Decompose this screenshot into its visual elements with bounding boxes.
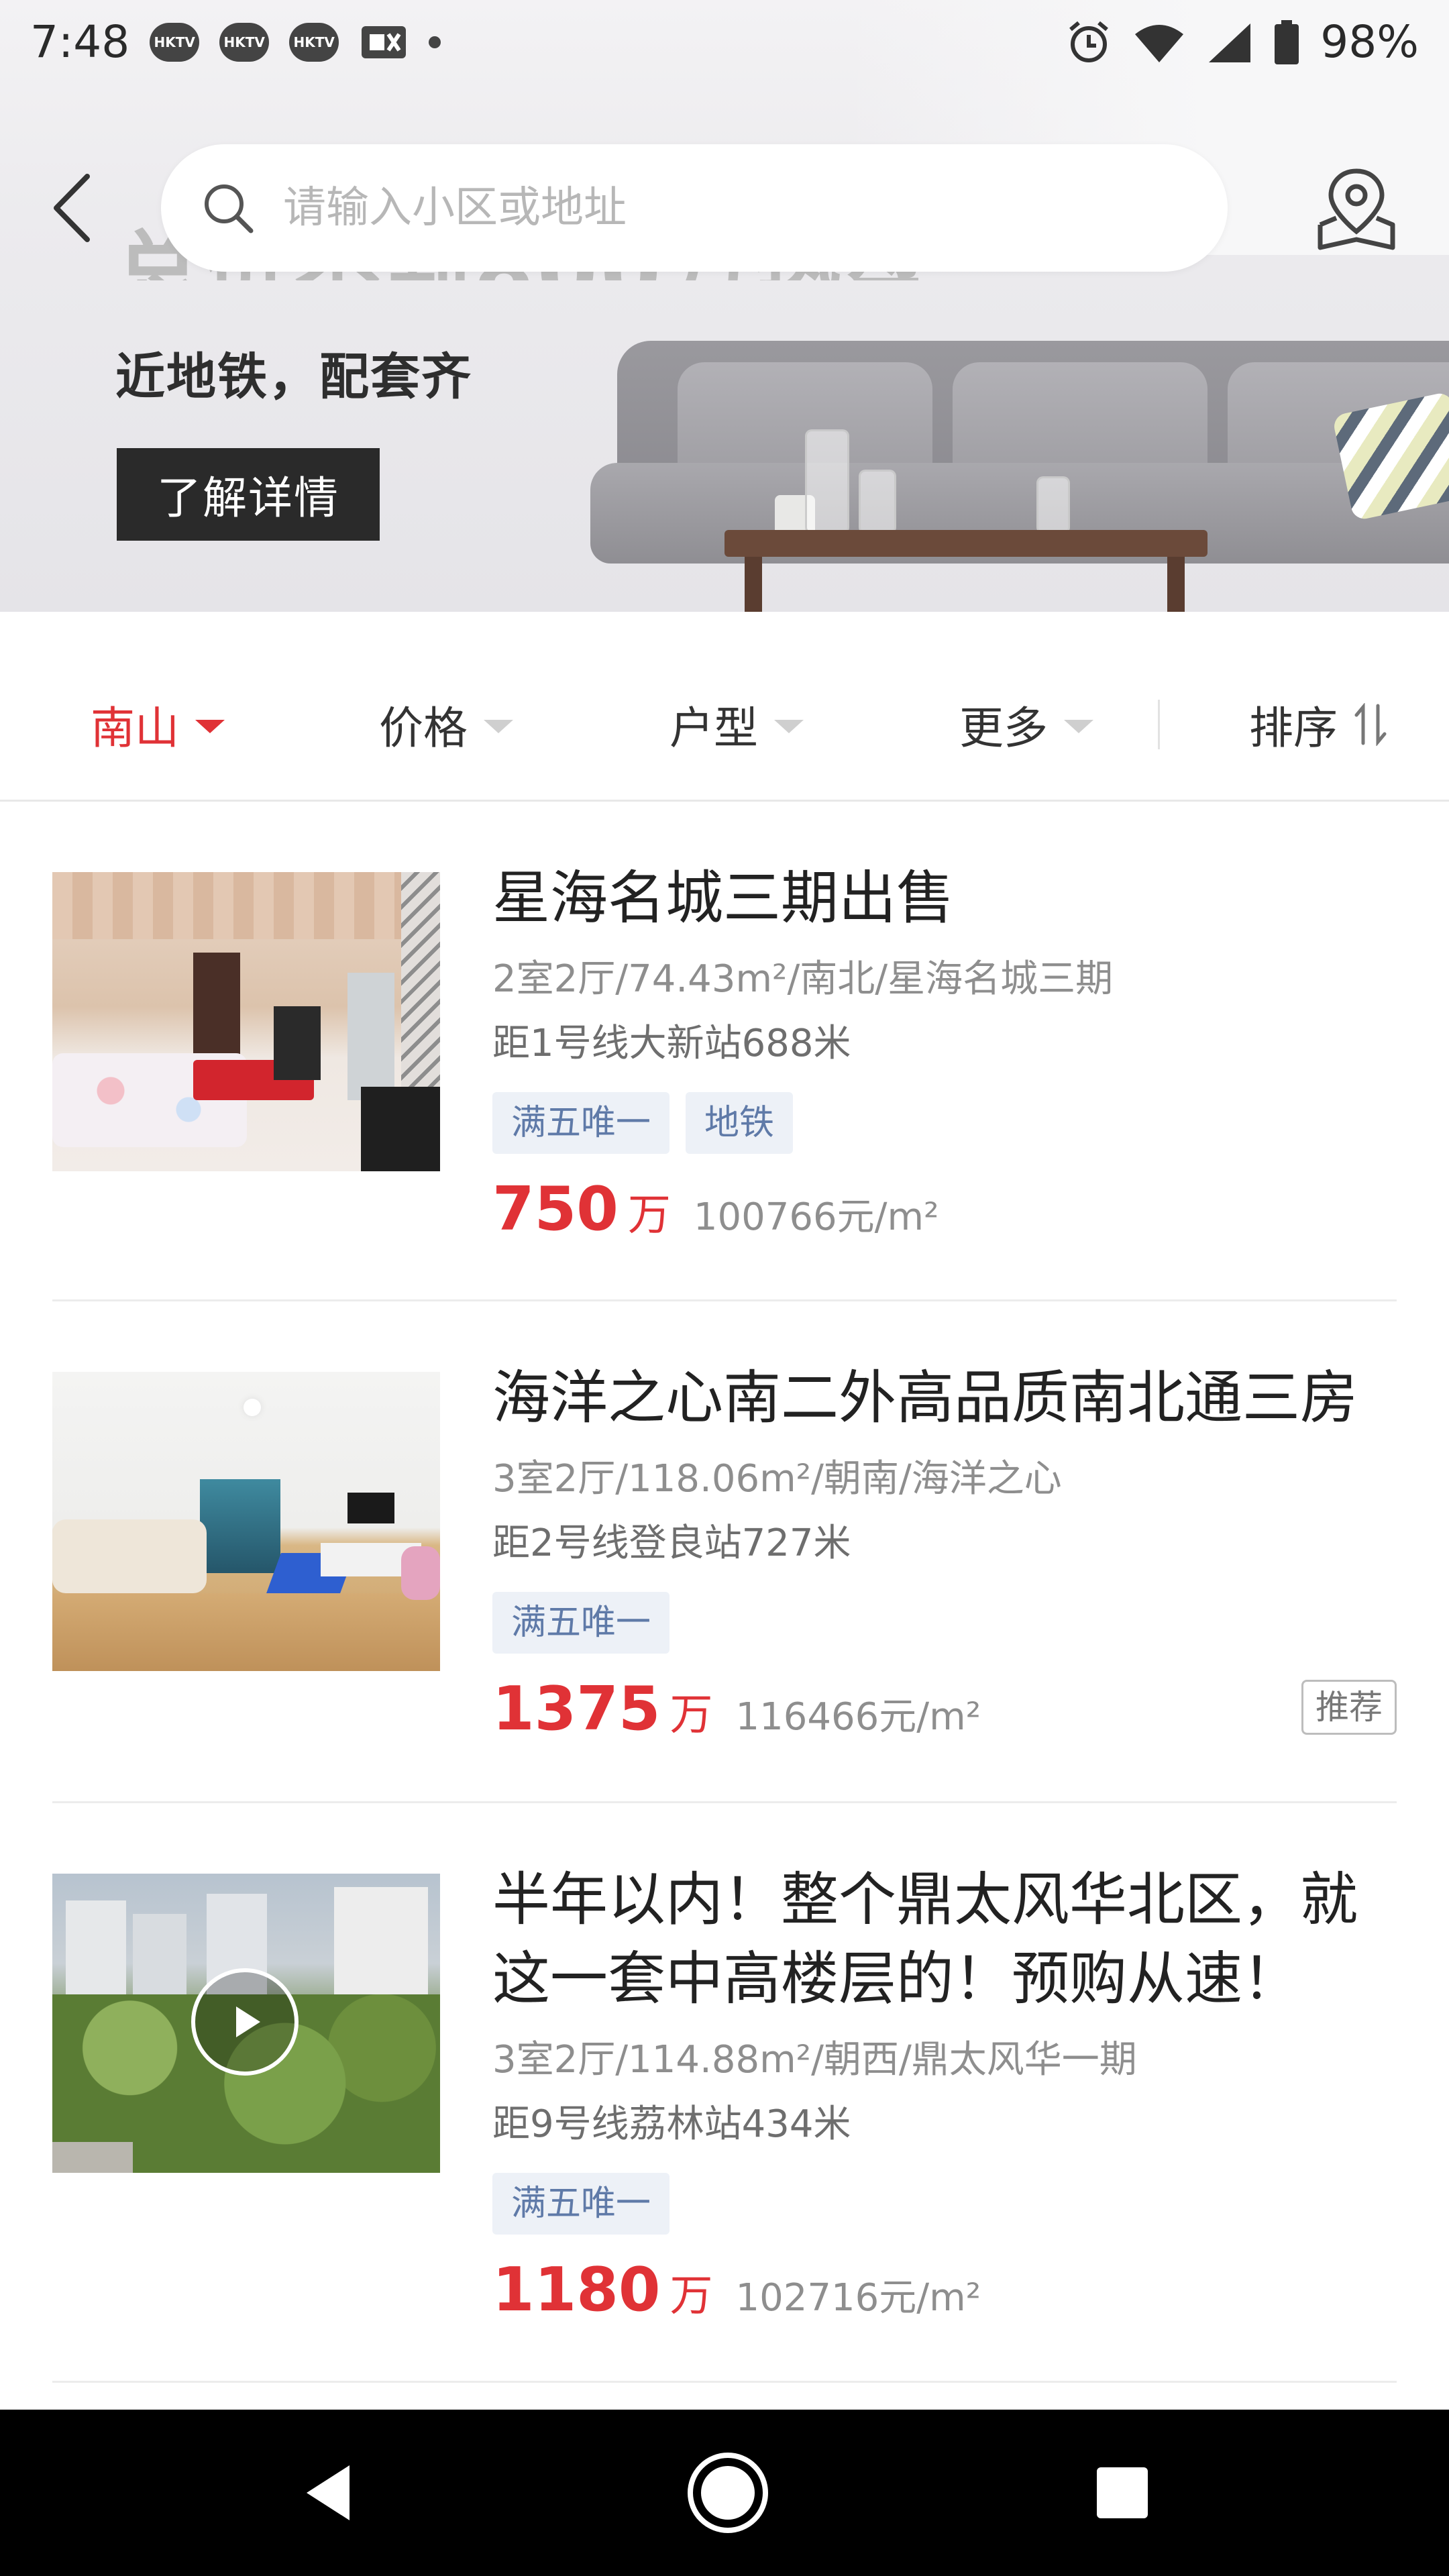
listing-tag: 地铁 <box>686 1092 794 1154</box>
wifi-icon <box>1135 24 1184 62</box>
battery-icon <box>1275 19 1299 64</box>
hktv-notification-icon: HKTV <box>219 22 270 62</box>
back-arrow-icon[interactable] <box>47 171 101 245</box>
listing-tag: 满五唯一 <box>492 1092 670 1154</box>
chevron-down-icon <box>1064 720 1093 733</box>
filter-layout-label: 户型 <box>669 702 758 754</box>
listing-price-unit: 万 <box>669 2271 713 2321</box>
navigation-bar <box>0 2410 1449 2576</box>
filter-divider <box>1158 700 1160 749</box>
listing-price-per-m2: 100766元/m² <box>693 1195 939 1239</box>
chevron-down-icon <box>774 720 804 733</box>
status-bar: 7:48 HKTV HKTV HKTV 98% <box>0 0 1449 84</box>
filter-district-label: 南山 <box>91 702 179 754</box>
vase <box>805 429 849 534</box>
listing-distance: 距1号线大新站688米 <box>492 1022 851 1065</box>
listing-price-per-m2: 116466元/m² <box>735 1695 981 1739</box>
filter-bar: 南山 价格 户型 更多 排序 <box>0 647 1449 802</box>
listing-distance: 距9号线荔林站434米 <box>492 2102 851 2146</box>
listing-video-thumbnail[interactable] <box>52 1874 440 2173</box>
more-notifications-dot <box>429 36 441 48</box>
listing-item[interactable]: 海洋之心南二外高品质南北通三房 3室2厅/118.06m²/朝南/海洋之心 距2… <box>52 1301 1397 1803</box>
filter-price[interactable]: 价格 <box>379 647 513 802</box>
chevron-down-icon <box>484 720 513 733</box>
hourglass <box>859 470 896 534</box>
cellular-signal-icon <box>1209 23 1251 62</box>
listing-price-per-m2: 102716元/m² <box>735 2276 981 2320</box>
glass <box>1036 476 1070 534</box>
coffee-table <box>724 530 1208 557</box>
filter-price-label: 价格 <box>379 702 468 754</box>
map-location-icon[interactable] <box>1316 164 1397 252</box>
listing-price: 1375 <box>492 1674 661 1744</box>
chevron-down-icon <box>195 720 225 733</box>
nav-home-icon[interactable] <box>684 2449 771 2536</box>
listing-meta: 3室2厅/114.88m²/朝西/鼎太风华一期 <box>492 2038 1137 2082</box>
search-icon <box>205 184 254 233</box>
listing-meta: 2室2厅/74.43m²/南北/星海名城三期 <box>492 957 1114 1001</box>
filter-layout[interactable]: 户型 <box>669 647 804 802</box>
hktv-notification-icon: HKTV <box>150 22 200 62</box>
alarm-icon <box>1069 21 1109 62</box>
banner-subtitle: 近地铁，配套齐 <box>115 348 472 406</box>
search-bar[interactable] <box>161 144 1228 272</box>
filter-district[interactable]: 南山 <box>91 647 225 802</box>
nav-back-icon[interactable] <box>293 2456 367 2530</box>
listing-distance: 距2号线登良站727米 <box>492 1521 851 1565</box>
search-input[interactable] <box>282 182 1157 233</box>
listing-price-unit: 万 <box>669 1690 713 1740</box>
listing-photo[interactable] <box>52 872 440 1171</box>
nav-recents-icon[interactable] <box>1089 2459 1156 2526</box>
play-icon[interactable] <box>191 1968 299 2076</box>
hktv-notification-icon: HKTV <box>289 22 339 62</box>
listing-item[interactable]: 星海名城三期出售 2室2厅/74.43m²/南北/星海名城三期 距1号线大新站6… <box>52 802 1397 1301</box>
listing-price: 750 <box>492 1174 619 1244</box>
filter-sort[interactable]: 排序 <box>1249 647 1387 802</box>
listing-price-unit: 万 <box>627 1191 671 1240</box>
listing-price: 1180 <box>492 2255 661 2325</box>
listing-photo[interactable] <box>52 1372 440 1671</box>
recommend-badge: 推荐 <box>1301 1680 1397 1735</box>
battery-percentage: 98% <box>1320 16 1419 68</box>
listing-tag: 满五唯一 <box>492 2173 670 2235</box>
listing-tag: 满五唯一 <box>492 1592 670 1654</box>
table-leg <box>745 557 762 612</box>
status-time: 7:48 <box>30 16 130 68</box>
promo-banner[interactable]: 总价不到800万热盘 近地铁，配套齐 了解详情 <box>0 0 1449 612</box>
table-leg <box>1167 557 1185 612</box>
screenshot-notification-icon <box>362 25 407 58</box>
banner-details-button[interactable]: 了解详情 <box>117 448 380 541</box>
filter-sort-label: 排序 <box>1249 702 1338 754</box>
listing-item[interactable]: 半年以内！整个鼎太风华北区，就这一套中高楼层的！预购从速！ 3室2厅/114.8… <box>52 1803 1397 2383</box>
listing-title: 海洋之心南二外高品质南北通三房 <box>492 1364 1358 1432</box>
listing-title: 星海名城三期出售 <box>492 865 954 932</box>
listing-title: 半年以内！整个鼎太风华北区，就这一套中高楼层的！预购从速！ <box>492 1866 1358 2012</box>
listing-meta: 3室2厅/118.06m²/朝南/海洋之心 <box>492 1457 1062 1501</box>
sort-icon <box>1354 703 1387 746</box>
filter-more-label: 更多 <box>959 702 1048 754</box>
filter-more[interactable]: 更多 <box>959 647 1093 802</box>
